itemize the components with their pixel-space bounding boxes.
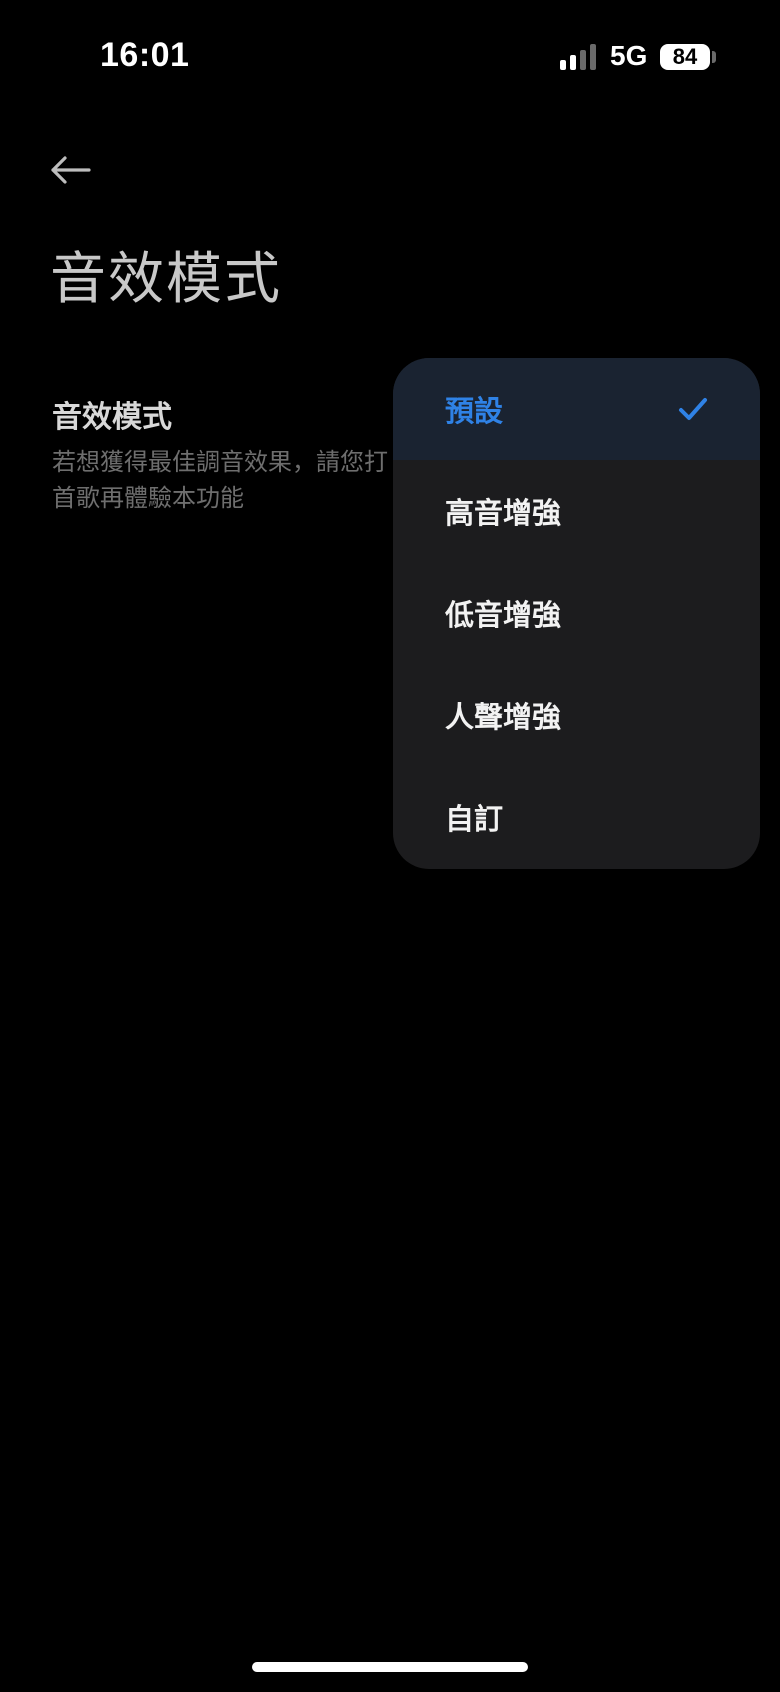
sound-mode-dropdown: 預設 高音增強 低音增強 人聲增強 自訂	[393, 358, 760, 869]
cellular-signal-icon	[560, 44, 598, 70]
setting-description: 若想獲得最佳調音效果，請您打 首歌再體驗本功能	[52, 448, 388, 512]
arrow-left-icon	[51, 156, 91, 184]
dropdown-item-label: 低音增強	[445, 598, 562, 632]
status-time: 16:01	[100, 36, 190, 74]
dropdown-item-label: 高音增強	[445, 496, 562, 530]
dropdown-item-bass[interactable]: 低音增強	[393, 562, 760, 664]
battery-tip	[712, 51, 716, 63]
back-button[interactable]	[42, 146, 98, 194]
setting-title: 音效模式	[52, 400, 172, 435]
dropdown-item-label: 預設	[445, 394, 504, 428]
home-indicator[interactable]	[252, 1662, 528, 1672]
setting-sound-mode[interactable]: 音效模式 若想獲得最佳調音效果，請您打 首歌再體驗本功能	[52, 392, 392, 516]
dropdown-item-label: 人聲增強	[445, 700, 562, 734]
dropdown-item-treble[interactable]: 高音增強	[393, 460, 760, 562]
dropdown-item-default[interactable]: 預設	[393, 358, 760, 460]
checkmark-icon	[679, 398, 707, 420]
dropdown-item-vocal[interactable]: 人聲增強	[393, 664, 760, 766]
network-type: 5G	[610, 40, 648, 71]
page-title: 音效模式	[50, 247, 282, 312]
dropdown-item-label: 自訂	[445, 802, 504, 836]
battery-icon: 84	[660, 44, 710, 70]
dropdown-item-custom[interactable]: 自訂	[393, 766, 760, 868]
